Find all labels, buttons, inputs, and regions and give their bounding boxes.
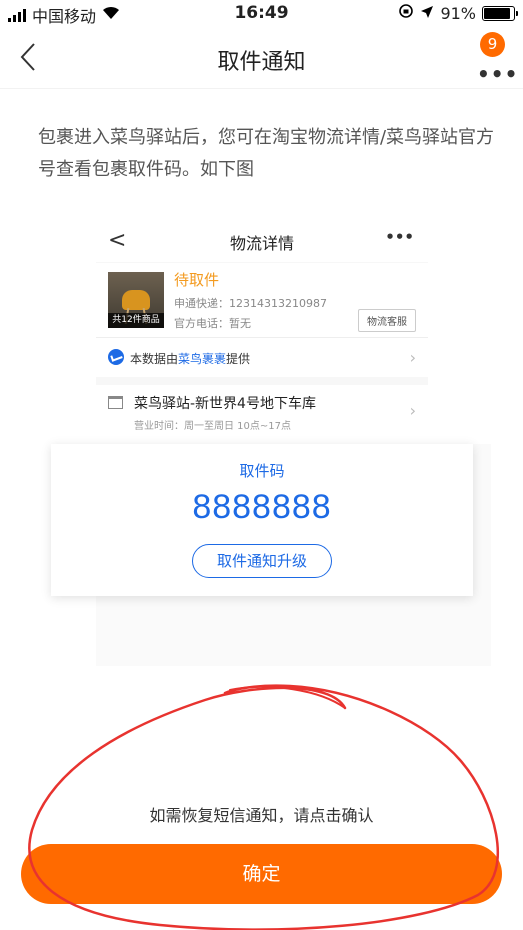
battery-icon bbox=[482, 5, 518, 21]
store-icon bbox=[108, 396, 123, 409]
status-bar: 中国移动 16:49 91% bbox=[0, 0, 523, 26]
package-thumbnail: 共12件商品 bbox=[108, 272, 164, 328]
station-name: 菜鸟驿站-新世界4号地下车库 bbox=[134, 396, 316, 412]
example-background bbox=[96, 596, 491, 666]
package-phone: 官方电话：暂无 bbox=[174, 317, 251, 330]
nav-bar: 取件通知 ••• 9 bbox=[0, 26, 523, 88]
thumbnail-label: 共12件商品 bbox=[108, 313, 164, 328]
intro-text: 包裹进入菜鸟驿站后，您可在淘宝物流详情/菜鸟驿站官方号查看包裹取件码。如下图 bbox=[38, 127, 495, 180]
example-more-icon: ••• bbox=[385, 228, 414, 246]
logistics-service-button: 物流客服 bbox=[358, 309, 416, 332]
location-icon bbox=[420, 4, 434, 23]
example-nav-title: 物流详情 bbox=[229, 234, 294, 253]
station-hours: 营业时间：周一至周日 10点~17点 bbox=[134, 421, 292, 432]
data-source-text: 本数据由菜鸟裹裹提供 bbox=[130, 352, 251, 366]
more-button[interactable]: ••• 9 bbox=[473, 32, 517, 86]
chevron-right-icon: › bbox=[409, 348, 416, 367]
more-dots-icon: ••• bbox=[477, 62, 519, 86]
station-row: 菜鸟驿站-新世界4号地下车库 营业时间：周一至周日 10点~17点 › bbox=[96, 385, 428, 440]
package-status: 待取件 bbox=[174, 271, 220, 289]
package-tracking: 申通快递：12314313210987 bbox=[174, 297, 327, 310]
pickup-code-card: 取件码 8888888 取件通知升级 bbox=[51, 444, 473, 596]
notification-badge: 9 bbox=[480, 32, 505, 57]
data-source-row: 本数据由菜鸟裹裹提供 › bbox=[96, 337, 428, 377]
confirm-button[interactable]: 确定 bbox=[21, 844, 502, 904]
example-nav: < 物流详情 ••• bbox=[96, 222, 428, 262]
page-title: 取件通知 bbox=[217, 50, 306, 75]
pickup-code-value: 8888888 bbox=[192, 488, 332, 526]
battery-percent: 91% bbox=[440, 3, 476, 23]
example-screenshot: < 物流详情 ••• 共12件商品 待取件 申通快递：1231431321098… bbox=[96, 222, 428, 440]
restore-sms-hint: 如需恢复短信通知，请点击确认 bbox=[149, 806, 374, 825]
cainiao-logo-icon bbox=[108, 349, 124, 365]
pickup-code-label: 取件码 bbox=[239, 462, 285, 480]
chevron-right-icon: › bbox=[409, 401, 416, 420]
orientation-lock-icon bbox=[398, 3, 414, 23]
status-right: 91% bbox=[398, 3, 518, 23]
upgrade-notification-button: 取件通知升级 bbox=[192, 544, 332, 578]
nav-divider bbox=[0, 88, 523, 89]
